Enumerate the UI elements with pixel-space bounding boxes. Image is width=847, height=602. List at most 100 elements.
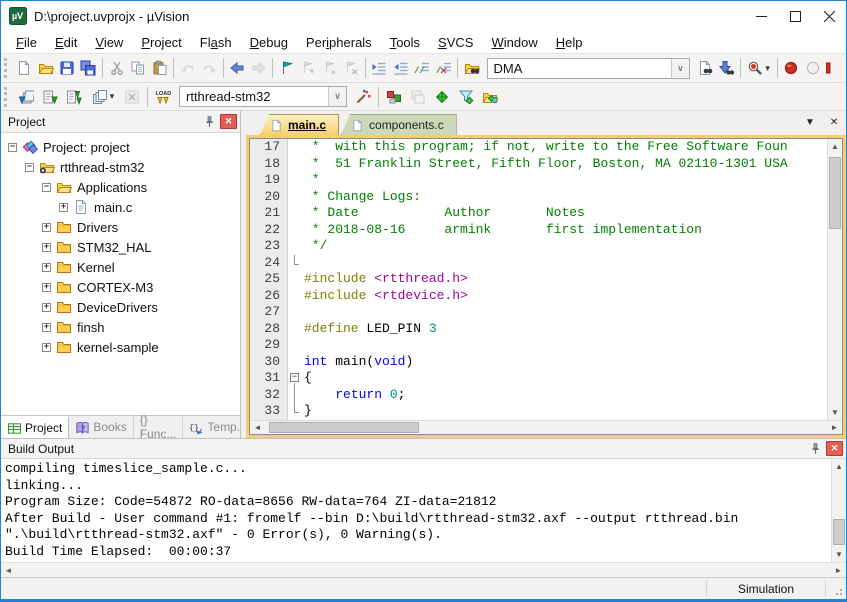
expand-icon[interactable]: +: [42, 243, 51, 252]
menu-project[interactable]: Project: [132, 33, 190, 52]
download-button[interactable]: LOAD: [151, 85, 175, 108]
pack-installer-button[interactable]: [478, 85, 502, 108]
minimize-button[interactable]: [744, 1, 778, 31]
code-lines[interactable]: 17 * with this program; if not, write to…: [250, 139, 827, 420]
build-output-panel[interactable]: compiling timeslice_sample.c...linking..…: [1, 459, 846, 563]
manage-project-items-button[interactable]: [382, 85, 406, 108]
debug-session-button[interactable]: ▾: [744, 57, 774, 80]
search-combo-dropdown-icon[interactable]: ∨: [671, 59, 689, 78]
close-panel-button[interactable]: ✕: [826, 441, 843, 456]
code-line-29[interactable]: 29: [250, 337, 827, 354]
tree-item-kernel[interactable]: +Kernel: [1, 257, 240, 277]
tree-item-finsh[interactable]: +finsh: [1, 317, 240, 337]
scroll-down-icon[interactable]: ▼: [832, 547, 846, 562]
panel-tab-books[interactable]: ?Books: [69, 416, 133, 438]
collapse-icon[interactable]: −: [42, 183, 51, 192]
save-all-button[interactable]: [78, 57, 99, 80]
tree-item-drivers[interactable]: +Drivers: [1, 217, 240, 237]
menu-view[interactable]: View: [86, 33, 132, 52]
collapse-icon[interactable]: −: [8, 143, 17, 152]
menu-tools[interactable]: Tools: [381, 33, 429, 52]
expand-icon[interactable]: +: [42, 263, 51, 272]
code-line-31[interactable]: 31−{: [250, 370, 827, 387]
scroll-up-icon[interactable]: ▲: [828, 139, 842, 154]
code-line-17[interactable]: 17 * with this program; if not, write to…: [250, 139, 827, 156]
navigate-back-button[interactable]: [227, 57, 248, 80]
find-in-files-button[interactable]: [461, 57, 482, 80]
expand-icon[interactable]: +: [42, 343, 51, 352]
pin-icon[interactable]: [807, 441, 824, 456]
code-editor[interactable]: 17 * with this program; if not, write to…: [250, 139, 842, 420]
editor-vscrollbar[interactable]: ▲ ▼: [827, 139, 842, 420]
rebuild-all-button[interactable]: [62, 85, 86, 108]
target-combo[interactable]: rtthread-stm32∨: [179, 86, 347, 107]
scroll-down-icon[interactable]: ▼: [828, 405, 842, 420]
pin-icon[interactable]: [201, 114, 218, 129]
menu-peripherals[interactable]: Peripherals: [297, 33, 381, 52]
undo-button[interactable]: [177, 57, 198, 80]
tree-item-applications[interactable]: −Applications: [1, 177, 240, 197]
collapse-icon[interactable]: −: [25, 163, 34, 172]
menu-svcs[interactable]: SVCS: [429, 33, 482, 52]
code-line-24[interactable]: 24: [250, 255, 827, 272]
insert-remove-breakpoint-button[interactable]: [781, 57, 802, 80]
search-combo[interactable]: DMA∨: [487, 58, 690, 79]
code-line-23[interactable]: 23 */: [250, 238, 827, 255]
code-line-33[interactable]: 33}: [250, 403, 827, 420]
target-combo-dropdown-icon[interactable]: ∨: [328, 87, 346, 106]
copy-button[interactable]: [127, 57, 148, 80]
maximize-button[interactable]: [778, 1, 812, 31]
next-bookmark-button[interactable]: [319, 57, 340, 80]
select-software-packs-button[interactable]: [454, 85, 478, 108]
scroll-right-icon[interactable]: ►: [827, 421, 842, 434]
editor-hscroll-thumb[interactable]: [269, 422, 419, 433]
expand-icon[interactable]: +: [59, 203, 68, 212]
code-line-30[interactable]: 30int main(void): [250, 354, 827, 371]
clear-bookmarks-button[interactable]: [340, 57, 361, 80]
tree-item-project-project[interactable]: −Project: project: [1, 137, 240, 157]
close-panel-button[interactable]: ✕: [220, 114, 237, 129]
toolbar-grip[interactable]: [4, 58, 10, 78]
output-hscrollbar[interactable]: ◄ ►: [1, 563, 846, 577]
menu-edit[interactable]: Edit: [46, 33, 86, 52]
tree-item-main-c[interactable]: +main.c: [1, 197, 240, 217]
tree-item-devicedrivers[interactable]: +DeviceDrivers: [1, 297, 240, 317]
menu-flash[interactable]: Flash: [191, 33, 241, 52]
navigate-forward-button[interactable]: [248, 57, 269, 80]
editor-vscroll-thumb[interactable]: [829, 157, 841, 229]
tree-item-kernel-sample[interactable]: +kernel-sample: [1, 337, 240, 357]
enable-disable-breakpoint-button[interactable]: [802, 57, 823, 80]
scroll-left-icon[interactable]: ◄: [250, 421, 265, 434]
code-line-20[interactable]: 20 * Change Logs:: [250, 189, 827, 206]
outdent-button[interactable]: [390, 57, 411, 80]
target-combo-value[interactable]: rtthread-stm32: [180, 87, 328, 106]
code-line-18[interactable]: 18 * 51 Franklin Street, Fifth Floor, Bo…: [250, 156, 827, 173]
panel-tab-project[interactable]: Project: [1, 416, 69, 438]
menu-debug[interactable]: Debug: [241, 33, 297, 52]
document-tab-main-c[interactable]: main.c: [260, 114, 339, 135]
tree-item-rtthread-stm32[interactable]: −rtthread-stm32: [1, 157, 240, 177]
code-line-19[interactable]: 19 *: [250, 172, 827, 189]
manage-rte-button[interactable]: [430, 85, 454, 108]
output-vscrollbar[interactable]: ▲ ▼: [831, 459, 846, 562]
batch-build-button[interactable]: ▾: [86, 85, 120, 108]
code-line-21[interactable]: 21 * Date Author Notes: [250, 205, 827, 222]
paste-button[interactable]: [149, 57, 170, 80]
scroll-up-icon[interactable]: ▲: [832, 459, 846, 474]
expand-icon[interactable]: +: [42, 323, 51, 332]
code-line-28[interactable]: 28#define LED_PIN 3: [250, 321, 827, 338]
stop-build-button[interactable]: [120, 85, 144, 108]
tree-item-cortex-m3[interactable]: +CORTEX-M3: [1, 277, 240, 297]
menu-help[interactable]: Help: [547, 33, 592, 52]
redo-button[interactable]: [198, 57, 219, 80]
indent-button[interactable]: [369, 57, 390, 80]
code-line-22[interactable]: 22 * 2018-08-16 armink first implementat…: [250, 222, 827, 239]
search-combo-value[interactable]: DMA: [488, 59, 671, 78]
tab-list-dropdown[interactable]: ▼: [802, 114, 818, 130]
cut-button[interactable]: [106, 57, 127, 80]
expand-icon[interactable]: +: [42, 303, 51, 312]
scroll-left-icon[interactable]: ◄: [1, 563, 16, 577]
fold-marker-icon[interactable]: −: [288, 370, 301, 387]
output-vscroll-thumb[interactable]: [833, 519, 845, 545]
code-line-27[interactable]: 27: [250, 304, 827, 321]
